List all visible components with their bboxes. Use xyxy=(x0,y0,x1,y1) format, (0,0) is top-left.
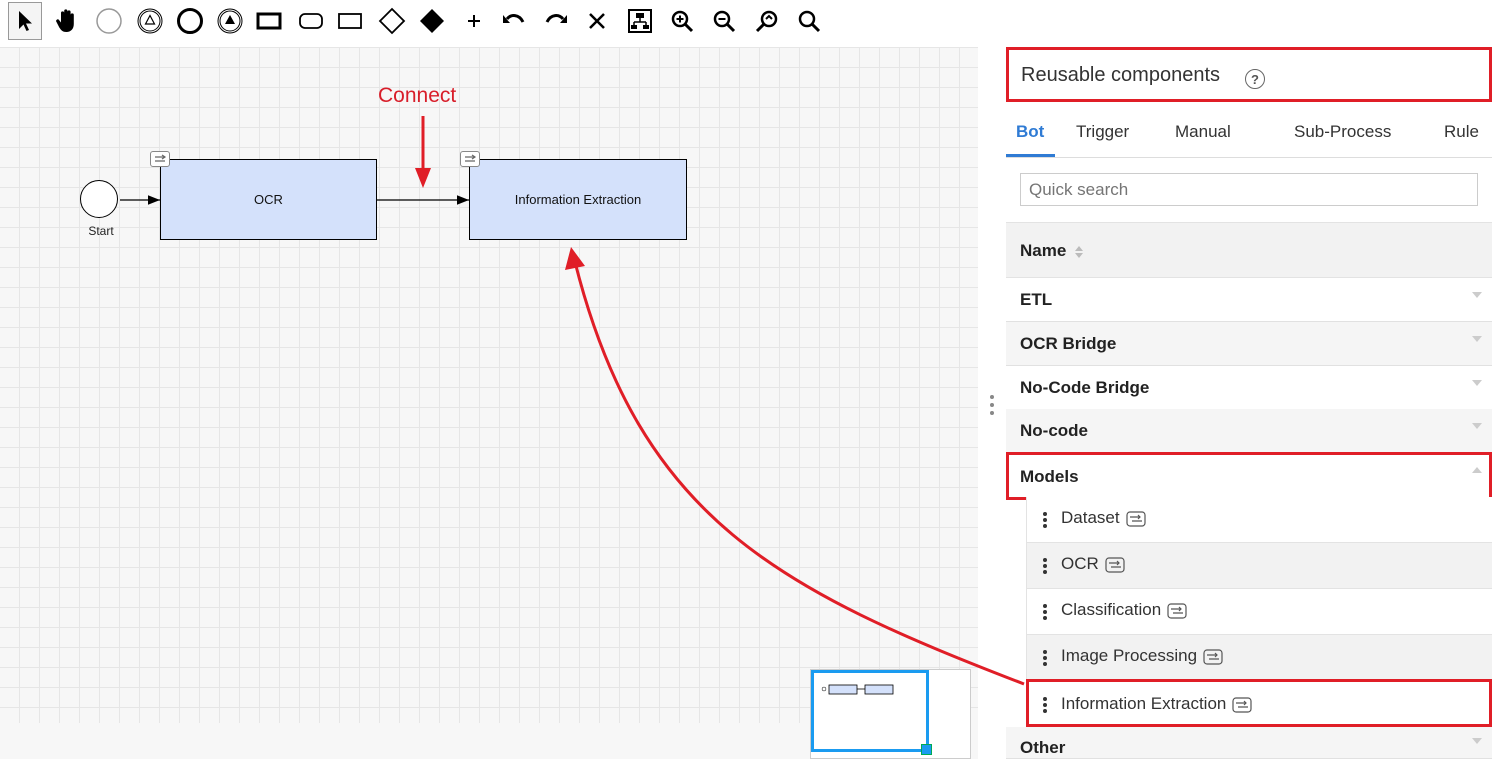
tab-bot[interactable]: Bot xyxy=(1016,122,1044,142)
connect-annotation: Connect xyxy=(378,84,457,107)
group-row-models[interactable]: Models xyxy=(1006,452,1492,500)
reusable-components-panel: Reusable components ? Bot Trigger Manual… xyxy=(1006,47,1492,759)
group-label: ETL xyxy=(1020,290,1053,309)
service-task-icon xyxy=(1203,648,1223,665)
item-label: Dataset xyxy=(1061,508,1146,528)
name-column-header[interactable]: Name xyxy=(1006,222,1492,278)
group-row-ocr-bridge[interactable]: OCR Bridge xyxy=(1006,322,1492,366)
service-task-icon xyxy=(1125,510,1146,527)
group-row-no-code[interactable]: No-code xyxy=(1006,409,1492,453)
task-ocr-service-icon xyxy=(150,151,170,167)
list-item-classification[interactable]: Classification xyxy=(1026,589,1492,635)
panel-title: Reusable components xyxy=(1021,64,1221,86)
service-task-icon xyxy=(1232,696,1252,713)
task-information-extraction-label: Information Extraction xyxy=(514,192,642,207)
group-label: OCR Bridge xyxy=(1020,334,1117,353)
chevron-down-icon xyxy=(1472,738,1482,744)
panel-splitter[interactable] xyxy=(978,47,1006,759)
chevron-down-icon xyxy=(1472,292,1482,298)
item-label: Image Processing xyxy=(1061,646,1223,666)
component-tabs: Bot Trigger Manual Sub-Process Rule xyxy=(1006,117,1492,158)
service-task-icon xyxy=(1105,556,1125,573)
diagram-connectors xyxy=(120,195,469,205)
drag-handle-icon[interactable] xyxy=(1043,512,1047,530)
minimap[interactable] xyxy=(810,669,971,759)
panel-header: Reusable components ? xyxy=(1006,47,1492,102)
drag-handle-icon[interactable] xyxy=(1043,697,1047,715)
tab-trigger[interactable]: Trigger xyxy=(1076,122,1129,142)
task-ocr[interactable]: OCR xyxy=(160,159,377,240)
tab-rule[interactable]: Rule xyxy=(1444,122,1479,142)
task-information-extraction[interactable]: Information Extraction xyxy=(469,159,687,240)
chevron-down-icon xyxy=(1472,336,1482,342)
list-item-ocr[interactable]: OCR xyxy=(1026,543,1492,589)
service-task-icon xyxy=(1167,602,1187,619)
drag-handle-icon[interactable] xyxy=(1043,558,1047,576)
group-label: Other xyxy=(1020,738,1066,757)
name-column-label: Name xyxy=(1020,241,1067,260)
tab-sub-process[interactable]: Sub-Process xyxy=(1294,122,1391,142)
group-row-etl[interactable]: ETL xyxy=(1006,278,1492,322)
tab-manual[interactable]: Manual xyxy=(1175,122,1231,142)
list-item-image-processing[interactable]: Image Processing xyxy=(1026,635,1492,681)
drag-handle-icon[interactable] xyxy=(1043,604,1047,622)
active-tab-indicator xyxy=(1006,154,1055,157)
start-event[interactable] xyxy=(80,180,118,218)
quick-search-input[interactable] xyxy=(1020,173,1478,206)
list-item-information-extraction[interactable]: Information Extraction xyxy=(1026,679,1492,727)
group-row-no-code-bridge[interactable]: No-Code Bridge xyxy=(1006,366,1492,410)
group-label: No-code xyxy=(1020,421,1088,440)
sort-icon[interactable] xyxy=(1074,244,1084,260)
list-item-dataset[interactable]: Dataset xyxy=(1026,497,1492,543)
item-label: Classification xyxy=(1061,600,1187,620)
group-row-other[interactable]: Other xyxy=(1006,727,1492,759)
group-label: No-Code Bridge xyxy=(1020,378,1150,397)
task-info-extraction-service-icon xyxy=(460,151,480,167)
chevron-down-icon xyxy=(1472,423,1482,429)
task-ocr-label: OCR xyxy=(254,192,283,207)
item-label: OCR xyxy=(1061,554,1125,574)
item-label: Information Extraction xyxy=(1061,694,1252,714)
minimap-viewport[interactable] xyxy=(811,670,929,752)
start-event-label: Start xyxy=(88,224,114,238)
drag-handle-icon[interactable] xyxy=(1043,650,1047,668)
chevron-up-icon xyxy=(1472,467,1482,473)
minimap-resize-handle[interactable] xyxy=(921,744,932,755)
splitter-grip-icon xyxy=(990,395,994,419)
group-label: Models xyxy=(1020,467,1079,486)
help-icon[interactable]: ? xyxy=(1245,69,1265,89)
chevron-down-icon xyxy=(1472,380,1482,386)
